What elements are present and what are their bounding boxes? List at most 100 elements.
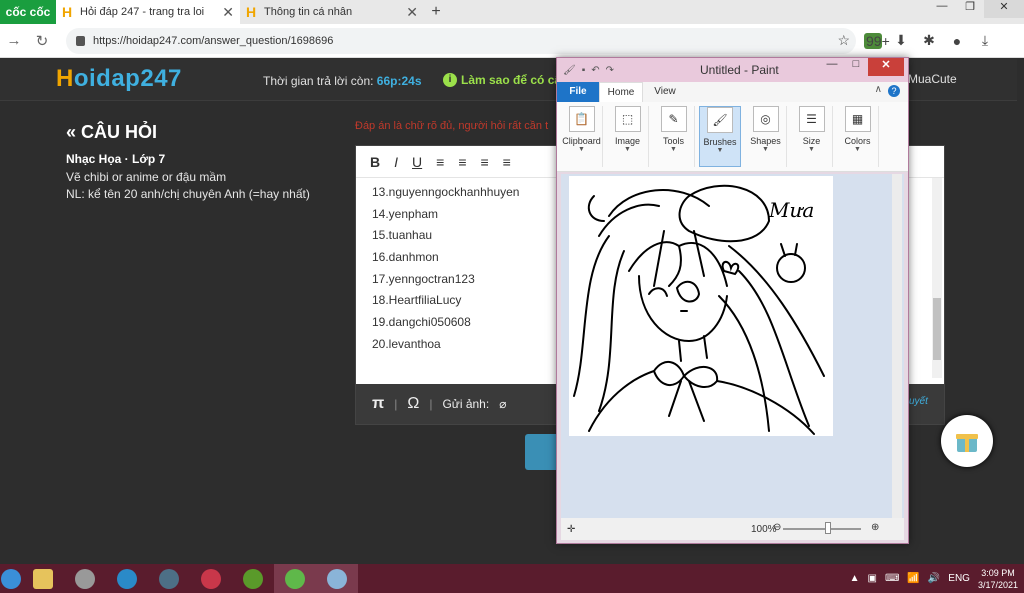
tray-app-icon[interactable]: ▣ xyxy=(867,573,876,584)
info-icon: i xyxy=(443,73,457,87)
shapes-group[interactable]: ◎ Shapes ▼ xyxy=(745,106,787,167)
tab-hoidap[interactable]: H Hỏi đáp 247 - trang tra loi ✕ xyxy=(56,0,240,24)
adblock-badge: 99+ xyxy=(864,32,890,49)
group-label: Image xyxy=(614,136,640,146)
bold-button[interactable]: B xyxy=(370,154,380,170)
bookmark-star-icon[interactable]: ☆ xyxy=(837,32,850,49)
clipboard-icon: 📋 xyxy=(568,106,595,132)
extensions-icon[interactable]: ✱ xyxy=(920,32,938,49)
tab-label: Hỏi đáp 247 - trang tra loi xyxy=(80,6,205,18)
dropdown-arrow-icon: ▼ xyxy=(670,146,677,153)
music-app-icon[interactable] xyxy=(232,564,274,593)
dropdown-arrow-icon: ▼ xyxy=(808,146,815,153)
save-page-icon[interactable]: ⤓ xyxy=(976,32,994,49)
tools-group[interactable]: ✎ Tools ▼ xyxy=(653,106,695,167)
paint-ribbon-tabs: File Home View ∧ ? xyxy=(557,82,908,102)
zoom-in-button[interactable]: ⊕ xyxy=(871,522,879,533)
video-app-icon[interactable] xyxy=(148,564,190,593)
save-icon[interactable]: ▪ xyxy=(582,65,586,76)
tab-view[interactable]: View xyxy=(643,82,687,102)
underline-button[interactable]: U xyxy=(412,154,422,170)
minimize-icon[interactable]: — xyxy=(928,0,956,18)
signature-text: Mưa xyxy=(769,198,815,222)
scrollbar-thumb[interactable] xyxy=(933,298,941,360)
brushes-group[interactable]: 🖌 Brushes ▼ xyxy=(699,106,741,167)
howto-link[interactable]: i Làm sao để có câ xyxy=(443,73,561,87)
divider: | xyxy=(394,397,398,411)
align-left-icon[interactable]: ≡ xyxy=(436,154,444,170)
browser-window-controls: — ❐ ✕ xyxy=(928,0,1024,18)
clock-date: 3/17/2021 xyxy=(977,579,1018,590)
hoidap-favicon-icon: H xyxy=(62,4,73,20)
new-tab-button[interactable]: + xyxy=(424,0,448,24)
gift-button[interactable] xyxy=(941,415,993,467)
timer-label: Thời gian trả lời còn: xyxy=(263,74,374,88)
size-group[interactable]: ☰ Size ▼ xyxy=(791,106,833,167)
close-icon[interactable]: ✕ xyxy=(868,58,904,76)
paint-window-controls: — □ ✕ xyxy=(820,58,904,76)
network-icon[interactable]: 📶 xyxy=(907,573,919,584)
clipboard-group[interactable]: 📋 Clipboard ▼ xyxy=(561,106,603,167)
justify-icon[interactable]: ≡ xyxy=(503,154,511,170)
paint-status-bar: ✛ 100% ⊖ ⊕ xyxy=(561,518,904,540)
paint-scrollbar[interactable] xyxy=(892,174,902,518)
paint-canvas-area: Mưa xyxy=(561,174,904,518)
site-logo[interactable]: Hoidap247 xyxy=(56,65,182,93)
app-icon[interactable] xyxy=(64,564,106,593)
address-bar: → ↻ https://hoidap247.com/answer_questio… xyxy=(0,24,1024,58)
maximize-icon[interactable]: ❐ xyxy=(956,0,984,18)
tab-close-icon[interactable]: ✕ xyxy=(406,4,418,21)
zoom-slider-handle[interactable] xyxy=(825,522,831,534)
recorder-icon[interactable] xyxy=(190,564,232,593)
url-input[interactable]: https://hoidap247.com/answer_question/16… xyxy=(66,27,856,54)
volume-icon[interactable]: 🔊 xyxy=(928,573,940,584)
group-label: Brushes xyxy=(703,137,737,147)
pi-button[interactable]: π xyxy=(372,395,384,413)
collapse-ribbon-icon[interactable]: ∧ xyxy=(875,84,882,95)
profile-icon[interactable]: ● xyxy=(948,33,966,49)
tab-thong-tin[interactable]: H Thông tin cá nhân ✕ xyxy=(240,0,424,24)
size-icon: ☰ xyxy=(798,106,825,132)
adblock-icon[interactable]: 99+ xyxy=(864,32,890,49)
timer-value: 66p:24s xyxy=(376,74,422,88)
zoom-out-button[interactable]: ⊖ xyxy=(773,522,781,533)
help-icon[interactable]: ? xyxy=(888,85,900,97)
keyboard-icon[interactable]: ⌨ xyxy=(885,573,899,584)
tab-file[interactable]: File xyxy=(557,82,599,102)
italic-button[interactable]: I xyxy=(394,154,398,170)
tray-expand-icon[interactable]: ▲ xyxy=(850,573,860,584)
coccoc-browser-icon[interactable] xyxy=(274,564,316,593)
image-group[interactable]: ⬚ Image ▼ xyxy=(607,106,649,167)
omega-button[interactable]: Ω xyxy=(407,395,419,413)
page-scrollbar[interactable] xyxy=(1017,59,1024,564)
forward-icon[interactable]: → xyxy=(0,32,28,49)
ie-icon[interactable] xyxy=(0,564,22,593)
align-right-icon[interactable]: ≡ xyxy=(480,154,488,170)
shapes-icon: ◎ xyxy=(752,106,779,132)
paint-app-icon[interactable] xyxy=(316,564,358,593)
align-center-icon[interactable]: ≡ xyxy=(458,154,466,170)
redo-icon[interactable]: ↷ xyxy=(606,65,614,76)
minimize-icon[interactable]: — xyxy=(820,58,844,76)
language-indicator[interactable]: ENG xyxy=(948,573,970,584)
reload-icon[interactable]: ↻ xyxy=(28,32,56,50)
download-icon[interactable]: ⬇ xyxy=(892,32,910,49)
username[interactable]: MuaCute xyxy=(908,72,957,86)
editor-scrollbar[interactable] xyxy=(932,178,942,378)
attach-icon[interactable]: ⌀ xyxy=(499,397,506,411)
tab-close-icon[interactable]: ✕ xyxy=(222,4,234,21)
undo-icon[interactable]: ↶ xyxy=(591,65,599,76)
zoom-slider[interactable] xyxy=(783,528,861,530)
paint-app-icon[interactable]: 🖌 xyxy=(563,65,576,76)
maximize-icon[interactable]: □ xyxy=(844,58,868,76)
howto-text: Làm sao để có câ xyxy=(461,73,562,87)
browser-logo[interactable]: cốc cốc xyxy=(0,0,56,24)
clock[interactable]: 3:09 PM 3/17/2021 xyxy=(978,567,1018,591)
colors-group[interactable]: ▦ Colors ▼ xyxy=(837,106,879,167)
tab-home[interactable]: Home xyxy=(599,82,643,102)
paint-canvas[interactable]: Mưa xyxy=(569,176,833,436)
footer-link[interactable]: uyết xyxy=(909,396,928,407)
media-player-icon[interactable] xyxy=(106,564,148,593)
close-icon[interactable]: ✕ xyxy=(984,0,1024,18)
file-explorer-icon[interactable] xyxy=(22,564,64,593)
